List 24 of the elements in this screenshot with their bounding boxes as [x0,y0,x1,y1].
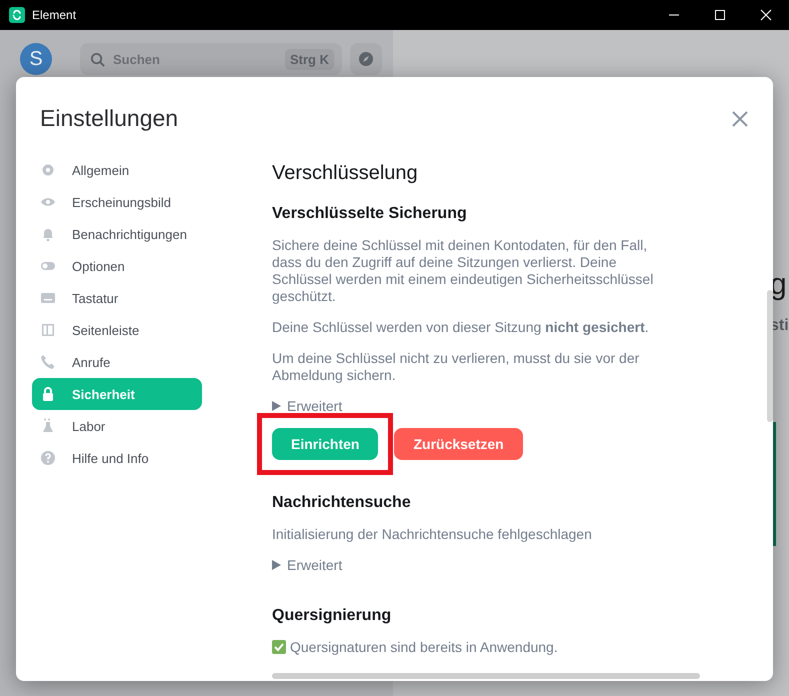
description-text: Um deine Schlüssel nicht zu verlieren, musst du sie vor der Abmeldung sichern. [272,350,640,384]
section-heading: Quersignierung [272,607,392,625]
description-text: Sichere deine Schlüssel mit deinen Kontodaten, für den Fall, dass du den Zugriff auf deine Sitzungen verlierst. Deine Schlüssel werden mit einem eindeutigen Sicherheitsschlüssel geschützt. [272,237,654,305]
section-heading: Verschlüsselte Sicherung [272,205,468,223]
user-avatar[interactable]: S [20,43,52,75]
sidebar-item[interactable]: Hilfe und Info [32,442,202,474]
status-text: Quersignaturen sind bereits in Anwendung. [290,639,558,655]
sidebar-item[interactable]: Optionen [32,250,202,282]
page-heading: Verschlüsselung [272,162,419,185]
sidebar-item[interactable]: Seitenleiste [32,314,202,346]
sidebar-item[interactable]: Benachrichtigungen [32,218,202,250]
description-text: Initialisierung der Nachrichtensuche fehlgeschlagen [272,526,593,543]
section-heading: Nachrichtensuche [272,494,412,512]
sidebar-item[interactable]: Tastatur [32,282,202,314]
shortcut-hint: Strg K [285,48,334,70]
sidebar-item[interactable]: Erscheinungsbild [32,186,202,218]
dialog-title: Einstellungen [40,105,178,132]
sidebar-item[interactable]: Anrufe [32,346,202,378]
sidebar-item[interactable]: Labor [32,410,202,442]
sidebar-item[interactable]: Allgemein [32,154,202,186]
window-title: Element [32,8,76,22]
advanced-toggle[interactable]: Erweitert [272,398,342,414]
advanced-toggle[interactable]: Erweitert [272,557,342,573]
description-text: Deine Schlüssel werden von dieser Sitzung nicht gesichert. [272,319,650,336]
